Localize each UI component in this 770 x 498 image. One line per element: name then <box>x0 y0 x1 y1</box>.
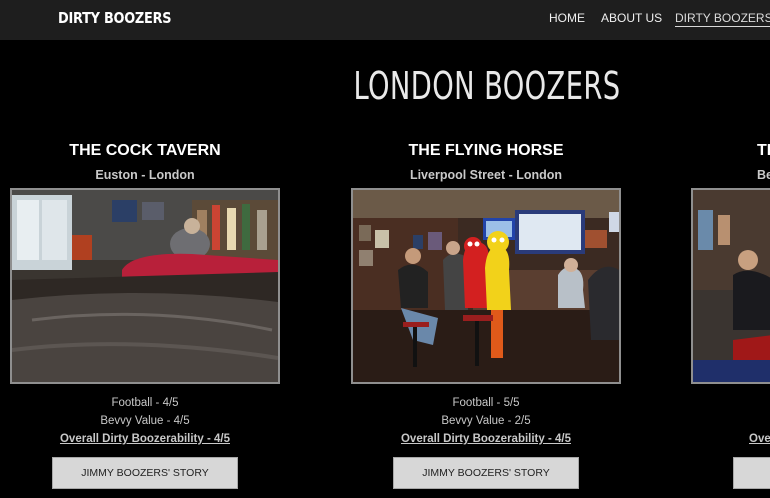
pub-photo-image <box>353 190 619 382</box>
pub-card: THE FLYING HORSE Liverpool Street - Lond… <box>351 140 621 489</box>
pub-card: TH Be Overa <box>691 140 770 489</box>
pub-ratings: Football - 4/5 Bevvy Value - 4/5 Overall… <box>10 394 280 448</box>
pub-card: THE COCK TAVERN Euston - London Football… <box>10 140 280 489</box>
pub-location: Euston - London <box>95 168 195 182</box>
pub-photo <box>10 188 280 384</box>
pub-photo <box>351 188 621 384</box>
overall-rating: Overall Dirty Boozerability - 4/5 <box>400 433 571 445</box>
pub-location: Be <box>757 168 770 182</box>
bevvy-rating: Bevvy Value - 4/5 <box>100 415 190 427</box>
pub-photo-image <box>12 190 278 382</box>
nav-dirty-boozers[interactable]: DIRTY BOOZERS <box>675 11 770 27</box>
football-rating: Football - 4/5 <box>111 397 179 409</box>
story-button[interactable]: JIMMY BOOZERS' STORY <box>52 457 238 489</box>
page-title: LONDON BOOZERS <box>353 64 621 108</box>
pub-card-clip: TH Be Overa <box>691 140 770 498</box>
overall-rating: Overall Dirty Boozerability - 4/5 <box>59 433 230 445</box>
bevvy-rating: Bevvy Value - 2/5 <box>441 415 531 427</box>
overall-rating: Overa <box>749 433 770 445</box>
pub-photo-image <box>693 190 770 382</box>
pub-name: THE FLYING HORSE <box>408 142 564 159</box>
pub-location: Liverpool Street - London <box>409 168 563 182</box>
pub-ratings: Football - 5/5 Bevvy Value - 2/5 Overall… <box>351 394 621 448</box>
pub-name: TH <box>757 142 770 159</box>
story-button[interactable] <box>733 457 770 489</box>
pub-name: THE COCK TAVERN <box>69 142 221 159</box>
pub-photo <box>691 188 770 384</box>
story-button[interactable]: JIMMY BOOZERS' STORY <box>393 457 579 489</box>
nav-about-us[interactable]: ABOUT US <box>601 11 662 25</box>
nav-home[interactable]: HOME <box>549 11 585 25</box>
main-nav: HOME ABOUT US DIRTY BOOZERS <box>0 11 770 31</box>
pub-ratings: Overa <box>691 394 770 448</box>
top-navigation-bar: DIRTY BOOZERS HOME ABOUT US DIRTY BOOZER… <box>0 0 770 40</box>
football-rating: Football - 5/5 <box>452 397 520 409</box>
